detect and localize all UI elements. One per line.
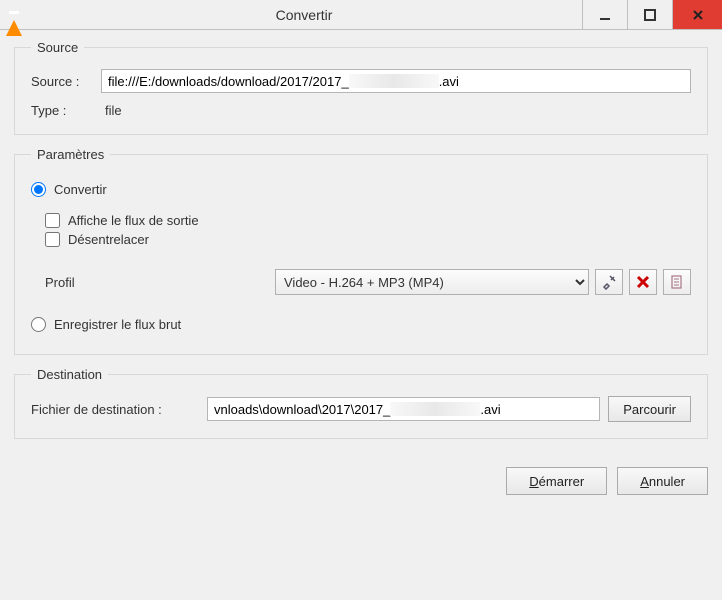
source-legend: Source bbox=[31, 40, 84, 55]
dest-label: Fichier de destination : bbox=[31, 402, 207, 417]
delete-icon bbox=[635, 274, 651, 290]
convert-label: Convertir bbox=[54, 182, 107, 197]
dest-value-suffix: .avi bbox=[480, 402, 500, 417]
start-button[interactable]: Démarrer bbox=[506, 467, 607, 495]
source-label: Source : bbox=[31, 74, 101, 89]
window-buttons bbox=[582, 0, 722, 29]
cancel-button[interactable]: Annuler bbox=[617, 467, 708, 495]
dest-input[interactable]: vnloads\download\2017\2017_ .avi bbox=[207, 397, 600, 421]
type-value: file bbox=[105, 103, 122, 118]
deinterlace-checkbox[interactable] bbox=[45, 232, 60, 247]
deinterlace-label: Désentrelacer bbox=[68, 232, 149, 247]
cancel-label-rest: nnuler bbox=[649, 474, 685, 489]
delete-profile-button[interactable] bbox=[629, 269, 657, 295]
minimize-button[interactable] bbox=[582, 0, 627, 29]
source-value-redacted bbox=[349, 74, 439, 88]
dest-value-prefix: vnloads\download\2017\2017_ bbox=[214, 402, 390, 417]
edit-profile-button[interactable] bbox=[595, 269, 623, 295]
params-group: Paramètres Convertir Affiche le flux de … bbox=[14, 147, 708, 355]
window-title: Convertir bbox=[26, 7, 582, 23]
titlebar: Convertir bbox=[0, 0, 722, 30]
destination-legend: Destination bbox=[31, 367, 108, 382]
profile-label: Profil bbox=[45, 275, 275, 290]
start-label-rest: émarrer bbox=[539, 474, 585, 489]
footer: Démarrer Annuler bbox=[0, 461, 722, 501]
source-input[interactable]: file:///E:/downloads/download/2017/2017_… bbox=[101, 69, 691, 93]
close-button[interactable] bbox=[672, 0, 722, 29]
params-legend: Paramètres bbox=[31, 147, 110, 162]
source-value-prefix: file:///E:/downloads/download/2017/2017_ bbox=[108, 74, 349, 89]
maximize-button[interactable] bbox=[627, 0, 672, 29]
profile-select[interactable]: Video - H.264 + MP3 (MP4) bbox=[275, 269, 589, 295]
type-label: Type : bbox=[31, 103, 101, 118]
show-output-checkbox[interactable] bbox=[45, 213, 60, 228]
raw-radio[interactable] bbox=[31, 317, 46, 332]
new-profile-icon bbox=[669, 274, 685, 290]
vlc-icon bbox=[6, 5, 26, 25]
tools-icon bbox=[601, 274, 617, 290]
convert-radio[interactable] bbox=[31, 182, 46, 197]
source-value-suffix: .avi bbox=[439, 74, 459, 89]
source-group: Source Source : file:///E:/downloads/dow… bbox=[14, 40, 708, 135]
new-profile-button[interactable] bbox=[663, 269, 691, 295]
raw-label: Enregistrer le flux brut bbox=[54, 317, 181, 332]
raw-radio-row: Enregistrer le flux brut bbox=[31, 317, 691, 332]
dest-value-redacted bbox=[390, 402, 480, 416]
destination-group: Destination Fichier de destination : vnl… bbox=[14, 367, 708, 439]
convert-radio-row: Convertir bbox=[31, 182, 691, 197]
show-output-label: Affiche le flux de sortie bbox=[68, 213, 199, 228]
browse-button[interactable]: Parcourir bbox=[608, 396, 691, 422]
